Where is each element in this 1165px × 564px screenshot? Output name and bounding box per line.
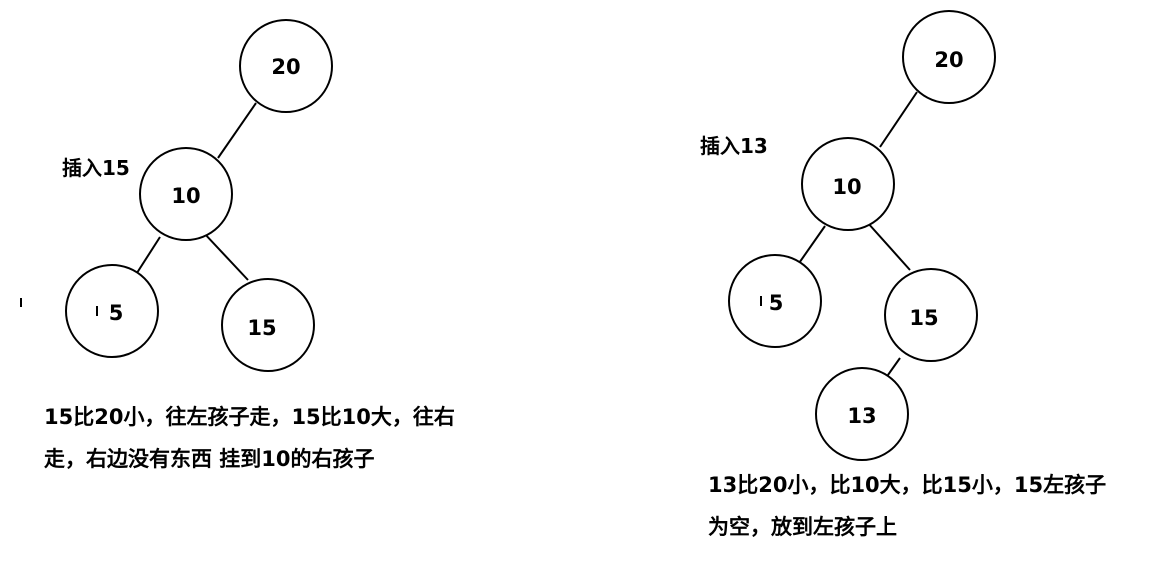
right-node-root: 20 xyxy=(902,10,996,104)
left-caption-line-1: 15比20小，往左孩子走，15比10大，往右 xyxy=(44,405,455,429)
left-node-root: 20 xyxy=(239,19,333,113)
svg-text:15: 15 xyxy=(247,316,276,340)
left-insert-label: 插入15 xyxy=(62,156,130,180)
svg-text:5: 5 xyxy=(769,291,784,315)
left-caption: 15比20小，往左孩子走，15比10大，往右 走，右边没有东西 挂到10的右孩子 xyxy=(44,396,455,480)
right-node-mid: 10 xyxy=(801,137,895,231)
left-edge-10-15 xyxy=(202,231,249,281)
right-edge-10-5 xyxy=(796,225,826,267)
svg-text:15: 15 xyxy=(909,306,938,330)
svg-text:20: 20 xyxy=(271,55,300,79)
stray-mark-left-node-5 xyxy=(96,306,98,316)
right-node-new: 13 xyxy=(815,367,909,461)
left-caption-line-2: 走，右边没有东西 挂到10的右孩子 xyxy=(44,447,375,471)
right-node-left: 5 xyxy=(728,254,822,348)
stray-mark-right-node-5 xyxy=(760,296,762,306)
right-node-right: 15 xyxy=(884,268,978,362)
svg-text:20: 20 xyxy=(934,48,963,72)
right-edge-20-10 xyxy=(879,91,918,148)
left-edge-20-10 xyxy=(217,102,257,159)
right-edge-10-15 xyxy=(866,221,911,271)
right-insert-label: 插入13 xyxy=(700,134,768,158)
left-node-left: 5 xyxy=(65,264,159,358)
right-caption-line-1: 13比20小，比10大，比15小，15左孩子 xyxy=(708,473,1107,497)
svg-text:10: 10 xyxy=(832,175,861,199)
svg-text:10: 10 xyxy=(171,184,200,208)
svg-text:5: 5 xyxy=(109,301,124,325)
left-node-mid: 10 xyxy=(139,147,233,241)
left-node-right: 15 xyxy=(221,278,315,372)
stray-mark-left-edge xyxy=(20,298,22,307)
right-caption: 13比20小，比10大，比15小，15左孩子 为空，放到左孩子上 xyxy=(708,464,1106,548)
right-caption-line-2: 为空，放到左孩子上 xyxy=(708,515,897,539)
svg-text:13: 13 xyxy=(847,404,876,428)
left-edge-10-5 xyxy=(134,236,161,277)
